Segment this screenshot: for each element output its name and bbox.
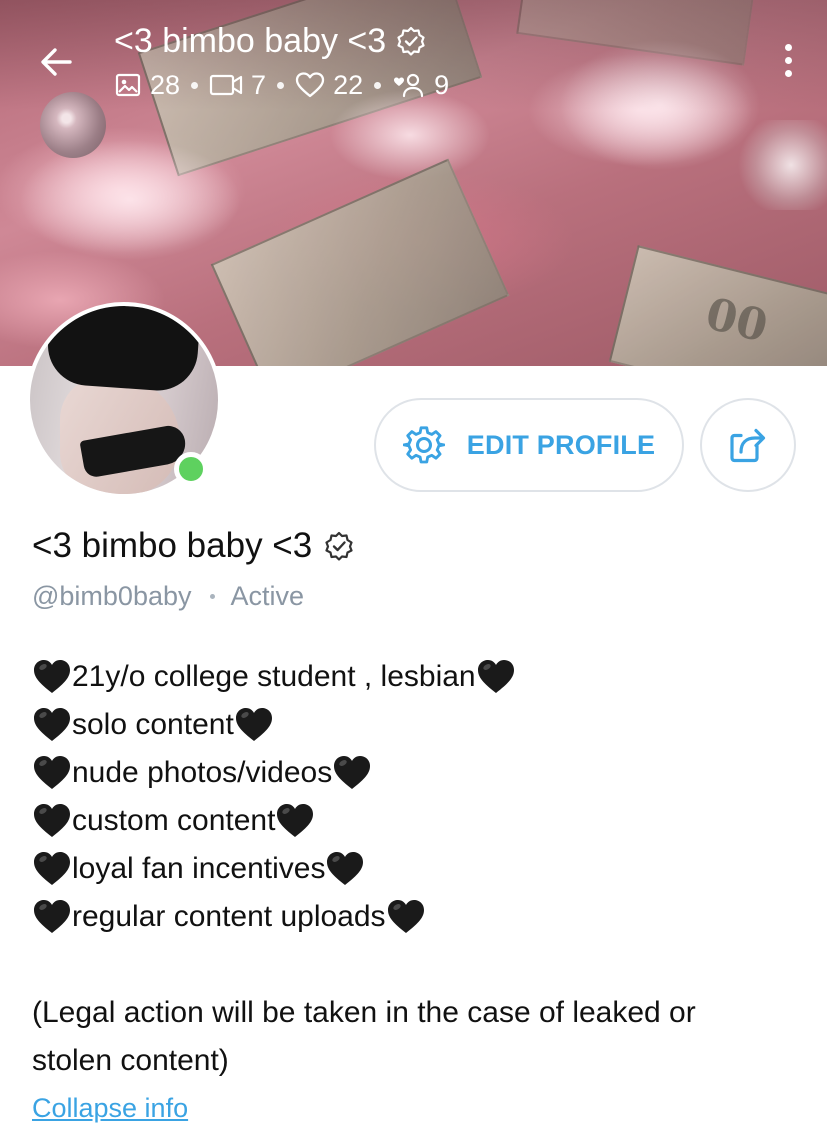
black-heart-icon [34,852,70,885]
stat-fans[interactable]: 9 [392,70,449,101]
bio-line-text: solo content [72,708,234,741]
black-heart-icon [277,804,314,837]
fans-count: 9 [434,69,450,100]
image-icon [115,73,141,97]
verified-badge-icon [397,26,425,56]
heart-outline-icon [295,72,325,98]
more-menu-button[interactable] [775,38,801,82]
black-heart-icon [477,660,514,693]
header-title: <3 bimbo baby <3 [114,22,387,60]
black-heart-icon [387,900,424,933]
bio-line: solo content [32,701,792,749]
profile-status: Active [230,581,305,611]
more-vertical-icon [784,56,792,64]
avatar-photo-part [45,306,201,394]
bio-line: 21y/o college student , lesbian [32,653,792,701]
black-heart-icon [327,852,364,885]
share-button[interactable] [700,398,796,492]
videos-count: 7 [251,69,267,100]
black-heart-icon [34,660,70,693]
black-heart-icon [34,708,70,741]
bio-line-text: 21y/o college student , lesbian [72,660,476,693]
stat-photos[interactable]: 28 [114,70,180,101]
black-heart-icon [34,756,70,789]
bio-line-text: nude photos/videos [72,756,333,789]
edit-profile-label: EDIT PROFILE [466,429,656,460]
photos-count: 28 [150,69,181,100]
bio-line: regular content uploads [32,893,792,941]
verified-badge-icon [325,531,353,561]
share-icon [730,428,766,463]
back-button[interactable] [34,40,78,84]
bio-legal-notice: (Legal action will be taken in the case … [32,996,696,1077]
bio-line: loyal fan incentives [32,845,792,893]
stat-separator [277,81,285,89]
stat-videos[interactable]: 7 [209,70,266,101]
bio-line: custom content [32,797,792,845]
cover-sparkle [737,120,827,210]
stat-likes[interactable]: 22 [295,70,363,101]
handle-separator [209,593,215,599]
profile-name-row: <3 bimbo baby <3 [32,522,354,570]
black-heart-icon [235,708,272,741]
bio-line: nude photos/videos [32,749,792,797]
black-heart-icon [34,900,70,933]
collapse-info-link[interactable]: Collapse info [32,1090,188,1126]
profile-handle: @bimb0baby [32,581,192,611]
black-heart-icon [34,804,70,837]
online-status-indicator [174,452,208,486]
more-vertical-icon [784,69,792,77]
black-heart-icon [334,756,371,789]
stat-separator [191,81,199,89]
stat-separator [374,81,382,89]
bio-line-text: loyal fan incentives [72,852,326,885]
cover-feather [20,140,240,260]
video-icon [209,74,243,96]
bio-line-text: regular content uploads [72,900,386,933]
profile-bio: 21y/o college student , lesbian solo con… [32,653,792,1085]
header-title-row: <3 bimbo baby <3 [114,20,426,62]
profile-name: <3 bimbo baby <3 [32,526,313,565]
handle-row: @bimb0baby Active [32,578,304,614]
arrow-left-icon [41,48,72,76]
likes-count: 22 [333,69,364,100]
edit-profile-button[interactable]: EDIT PROFILE [374,398,684,492]
gear-icon [402,426,445,464]
fans-icon [394,73,424,98]
more-vertical-icon [784,43,792,51]
header-stats: 28 7 22 9 [114,66,449,104]
bio-line-text: custom content [72,804,276,837]
cover-bill [210,158,510,366]
